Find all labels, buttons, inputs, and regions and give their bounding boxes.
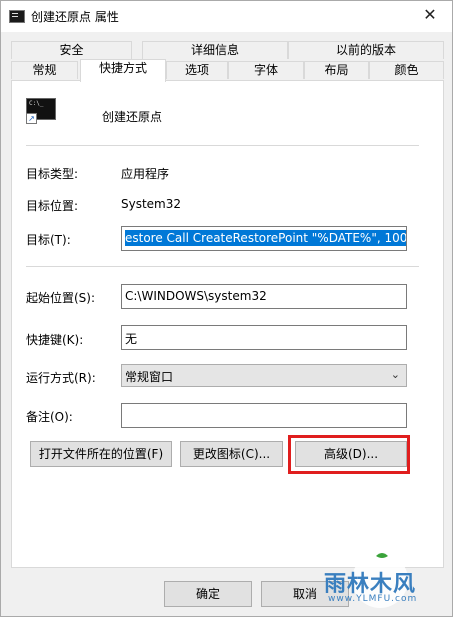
target-input-text: estore Call CreateRestorePoint "%DATE%",… [125,230,406,246]
shortcut-arrow-icon: ↗ [26,113,37,124]
target-label: 目标(T): [26,233,71,247]
tab-details[interactable]: 详细信息 [142,41,288,59]
comment-label: 备注(O): [26,410,73,424]
shortcut-panel: ↗ 创建还原点 目标类型: 应用程序 目标位置: System32 目标(T):… [11,80,444,568]
target-location-label: 目标位置: [26,199,79,213]
tab-security[interactable]: 安全 [11,41,132,59]
comment-input[interactable] [121,403,407,428]
target-location-value: System32 [121,197,182,211]
watermark-url: www.YLMFU.com [328,594,418,604]
change-icon-button[interactable]: 更改图标(C)... [180,441,283,467]
separator [26,266,419,267]
ok-button[interactable]: 确定 [164,581,252,607]
tab-colors[interactable]: 颜色 [369,61,444,79]
tab-shortcut[interactable]: 快捷方式 [80,59,166,82]
target-type-label: 目标类型: [26,167,79,181]
close-button[interactable]: ✕ [408,1,452,31]
start-in-input[interactable]: C:\WINDOWS\system32 [121,284,407,309]
watermark-logo: 雨林木风 www.YLMFU.com [314,550,446,612]
tab-options[interactable]: 选项 [166,61,228,79]
chevron-down-icon: ⌄ [390,368,400,381]
properties-window: 创建还原点 属性 ✕ 安全 详细信息 以前的版本 常规 快捷方式 选项 字体 布… [0,0,453,617]
console-icon [9,10,25,23]
tab-layout[interactable]: 布局 [304,61,369,79]
title-bar: 创建还原点 属性 ✕ [1,1,452,32]
target-input[interactable]: estore Call CreateRestorePoint "%DATE%",… [121,226,407,251]
separator [26,145,419,146]
shortcut-name: 创建还原点 [102,110,163,124]
open-file-location-button[interactable]: 打开文件所在的位置(F) [30,441,172,467]
start-in-label: 起始位置(S): [26,291,96,305]
tab-previous-versions[interactable]: 以前的版本 [288,41,444,59]
run-select[interactable]: 常规窗口 ⌄ [121,364,407,387]
hotkey-input[interactable]: 无 [121,325,407,350]
advanced-button[interactable]: 高级(D)... [295,441,407,467]
target-type-value: 应用程序 [121,167,170,181]
hotkey-label: 快捷键(K): [26,333,84,347]
tab-font[interactable]: 字体 [228,61,304,79]
run-label: 运行方式(R): [26,371,96,385]
tab-general[interactable]: 常规 [11,61,78,79]
window-title: 创建还原点 属性 [31,10,119,24]
run-select-value: 常规窗口 [125,370,174,384]
